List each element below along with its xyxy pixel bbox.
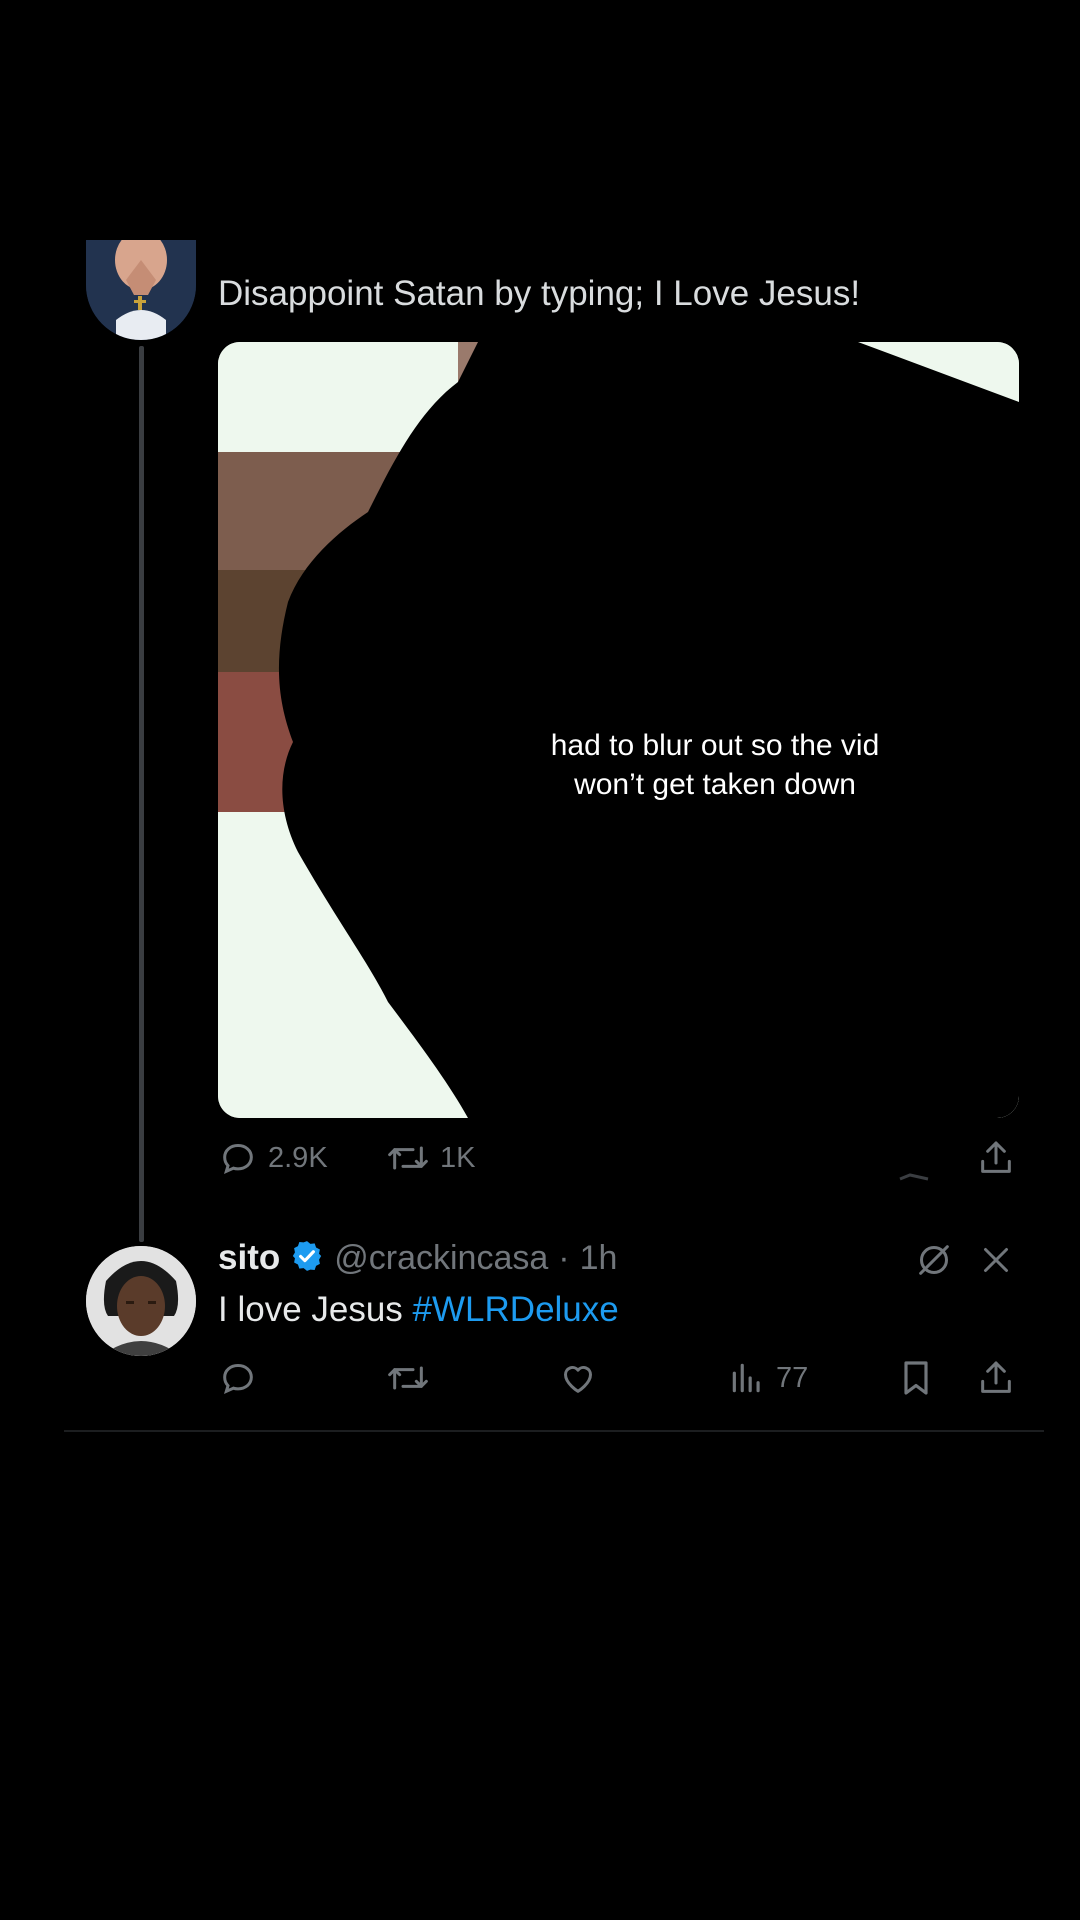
repost-arrows-icon (386, 1358, 430, 1398)
thread-connector-line (139, 346, 144, 1242)
reply-body-text: I love Jesus (218, 1290, 413, 1329)
verified-badge-icon (290, 1239, 324, 1278)
hashtag-link[interactable]: #WLRDeluxe (413, 1290, 619, 1329)
reply-tweet-text: I love Jesus #WLRDeluxe (218, 1290, 619, 1330)
dismiss-button[interactable] (978, 1242, 1014, 1283)
bar-chart-icon (728, 1358, 766, 1398)
close-x-icon (978, 1248, 1014, 1282)
bookmark-icon (896, 1358, 936, 1398)
bookmark-action[interactable] (896, 1358, 936, 1398)
original-author-avatar[interactable] (86, 240, 196, 340)
reply-action[interactable]: 2.9K (218, 1138, 328, 1178)
speech-bubble-icon (218, 1138, 258, 1178)
views-count: 77 (776, 1361, 809, 1394)
timeline-divider (64, 1430, 1044, 1432)
display-name[interactable]: sito (218, 1238, 280, 1278)
share-upload-icon (976, 1358, 1016, 1398)
video-overlay-caption: had to blur out so the vid won’t get tak… (550, 729, 880, 801)
repost-action[interactable]: 1K (386, 1138, 475, 1178)
share-action[interactable] (976, 1358, 1016, 1398)
repost-arrows-icon (386, 1138, 430, 1178)
share-upload-icon (976, 1138, 1016, 1178)
repost-count: 1K (440, 1141, 476, 1174)
post-time[interactable]: 1h (580, 1239, 618, 1278)
heart-icon (558, 1358, 598, 1398)
original-tweet-text: Disappoint Satan by typing; I Love Jesus… (218, 274, 861, 313)
obscured-action (898, 1168, 932, 1181)
repost-action[interactable] (386, 1358, 430, 1398)
reply-action[interactable] (218, 1358, 258, 1398)
speech-bubble-icon (218, 1358, 258, 1398)
like-action[interactable] (558, 1358, 598, 1398)
user-handle[interactable]: @crackincasa (334, 1239, 548, 1278)
reply-count: 2.9K (268, 1141, 328, 1174)
share-action[interactable] (976, 1138, 1016, 1178)
views-action[interactable]: 77 (728, 1358, 808, 1398)
time-separator: · (558, 1238, 570, 1277)
reply-header: sito @crackincasa · 1h (218, 1238, 617, 1278)
grok-button[interactable] (914, 1240, 954, 1285)
reply-author-avatar[interactable] (86, 1246, 196, 1356)
grok-slash-circle-icon (914, 1245, 954, 1284)
